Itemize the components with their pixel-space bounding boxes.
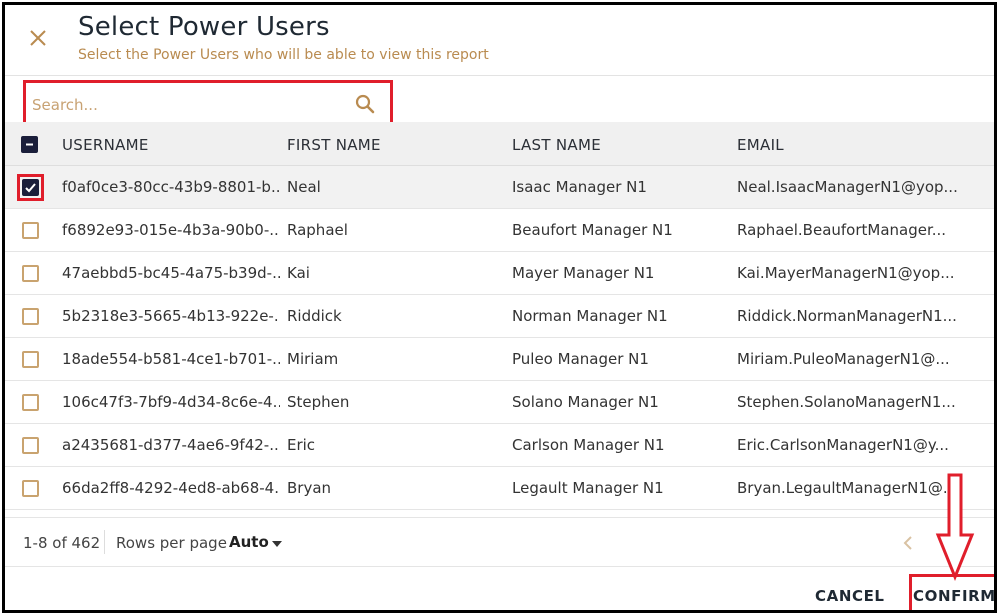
table-row[interactable]: 47aebbd5-bc45-4a75-b39d-... Kai Mayer Mana… bbox=[5, 252, 994, 295]
cell-username: 47aebbd5-bc45-4a75-b39d-... bbox=[62, 264, 280, 282]
select-all-checkbox[interactable] bbox=[21, 136, 38, 153]
cell-username: 66da2ff8-4292-4ed8-ab68-4... bbox=[62, 479, 280, 497]
search-box bbox=[23, 80, 393, 128]
pagination-divider bbox=[104, 530, 105, 554]
row-checkbox[interactable] bbox=[22, 437, 39, 454]
cell-username: 106c47f3-7bf9-4d34-8c6e-4... bbox=[62, 393, 280, 411]
cell-email: Stephen.SolanoManagerN1... bbox=[737, 393, 956, 411]
chevron-left-icon[interactable] bbox=[899, 532, 917, 554]
search-icon[interactable] bbox=[353, 92, 377, 116]
table-row[interactable]: f0af0ce3-80cc-43b9-8801-b... Neal Isaac Ma… bbox=[5, 166, 994, 209]
cell-username: 5b2318e3-5665-4b13-922e-... bbox=[62, 307, 280, 325]
table-row[interactable]: 66da2ff8-4292-4ed8-ab68-4... Bryan Legault… bbox=[5, 467, 994, 510]
cell-first-name: Miriam bbox=[287, 350, 339, 368]
table-row[interactable]: a2435681-d377-4ae6-9f42-... Eric Carlson M… bbox=[5, 424, 994, 467]
cell-first-name: Neal bbox=[287, 178, 321, 196]
rows-per-page-label: Rows per page bbox=[116, 534, 227, 552]
cell-email: Neal.IsaacManagerN1@yop... bbox=[737, 178, 958, 196]
column-header-first-name[interactable]: FIRST NAME bbox=[287, 136, 381, 154]
cell-username: f6892e93-015e-4b3a-90b0-... bbox=[62, 221, 280, 239]
confirm-button[interactable]: CONFIRM bbox=[913, 587, 994, 605]
column-header-last-name[interactable]: LAST NAME bbox=[512, 136, 601, 154]
row-checkbox[interactable] bbox=[22, 265, 39, 282]
cell-email: Bryan.LegaultManagerN1@... bbox=[737, 479, 958, 497]
row-checkbox[interactable] bbox=[22, 480, 39, 497]
cell-first-name: Riddick bbox=[287, 307, 342, 325]
pagination-bar: 1-8 of 462 Rows per page Auto bbox=[5, 517, 994, 567]
table-row[interactable]: 18ade554-b581-4ce1-b701-... Miriam Puleo M… bbox=[5, 338, 994, 381]
table-header: USERNAME FIRST NAME LAST NAME EMAIL bbox=[5, 122, 994, 166]
close-icon bbox=[30, 30, 46, 46]
header-divider bbox=[5, 75, 994, 76]
cell-last-name: Isaac Manager N1 bbox=[512, 178, 647, 196]
search-input[interactable] bbox=[32, 93, 352, 117]
cell-email: Riddick.NormanManagerN1... bbox=[737, 307, 957, 325]
check-icon bbox=[25, 183, 36, 193]
cell-last-name: Carlson Manager N1 bbox=[512, 436, 665, 454]
cell-first-name: Eric bbox=[287, 436, 316, 454]
caret-down-icon[interactable] bbox=[272, 541, 282, 547]
cell-last-name: Norman Manager N1 bbox=[512, 307, 668, 325]
row-checkbox[interactable] bbox=[22, 222, 39, 239]
cell-email: Raphael.BeaufortManager... bbox=[737, 221, 947, 239]
cell-username: f0af0ce3-80cc-43b9-8801-b... bbox=[62, 178, 280, 196]
cell-username: 18ade554-b581-4ce1-b701-... bbox=[62, 350, 280, 368]
table-row[interactable]: f6892e93-015e-4b3a-90b0-... Raphael Beaufo… bbox=[5, 209, 994, 252]
rows-per-page-select[interactable]: Auto bbox=[229, 533, 269, 551]
cell-first-name: Kai bbox=[287, 264, 310, 282]
cell-email: Miriam.PuleoManagerN1@... bbox=[737, 350, 950, 368]
row-checkbox[interactable] bbox=[22, 394, 39, 411]
cell-email: Eric.CarlsonManagerN1@y... bbox=[737, 436, 949, 454]
cell-last-name: Beaufort Manager N1 bbox=[512, 221, 673, 239]
close-button[interactable] bbox=[25, 25, 51, 51]
cell-first-name: Bryan bbox=[287, 479, 332, 497]
cancel-button[interactable]: CANCEL bbox=[815, 587, 885, 605]
cell-last-name: Mayer Manager N1 bbox=[512, 264, 655, 282]
cell-email: Kai.MayerManagerN1@yop... bbox=[737, 264, 955, 282]
cell-last-name: Solano Manager N1 bbox=[512, 393, 659, 411]
minus-icon bbox=[26, 143, 33, 146]
dialog-subtitle: Select the Power Users who will be able … bbox=[78, 47, 489, 63]
column-header-username[interactable]: USERNAME bbox=[62, 136, 149, 154]
cell-username: a2435681-d377-4ae6-9f42-... bbox=[62, 436, 280, 454]
cell-last-name: Puleo Manager N1 bbox=[512, 350, 649, 368]
row-checkbox[interactable] bbox=[22, 308, 39, 325]
pagination-range: 1-8 of 462 bbox=[23, 534, 101, 552]
select-power-users-dialog: Select Power Users Select the Power User… bbox=[2, 2, 997, 613]
dialog-title: Select Power Users bbox=[78, 12, 330, 42]
cell-first-name: Stephen bbox=[287, 393, 350, 411]
table-row[interactable]: 5b2318e3-5665-4b13-922e-... Riddick Norman… bbox=[5, 295, 994, 338]
row-checkbox[interactable] bbox=[22, 179, 39, 196]
arrow-annotation bbox=[935, 473, 975, 581]
column-header-email[interactable]: EMAIL bbox=[737, 136, 784, 154]
cell-first-name: Raphael bbox=[287, 221, 348, 239]
row-checkbox[interactable] bbox=[22, 351, 39, 368]
table-row[interactable]: 106c47f3-7bf9-4d34-8c6e-4... Stephen Solan… bbox=[5, 381, 994, 424]
cell-last-name: Legault Manager N1 bbox=[512, 479, 664, 497]
